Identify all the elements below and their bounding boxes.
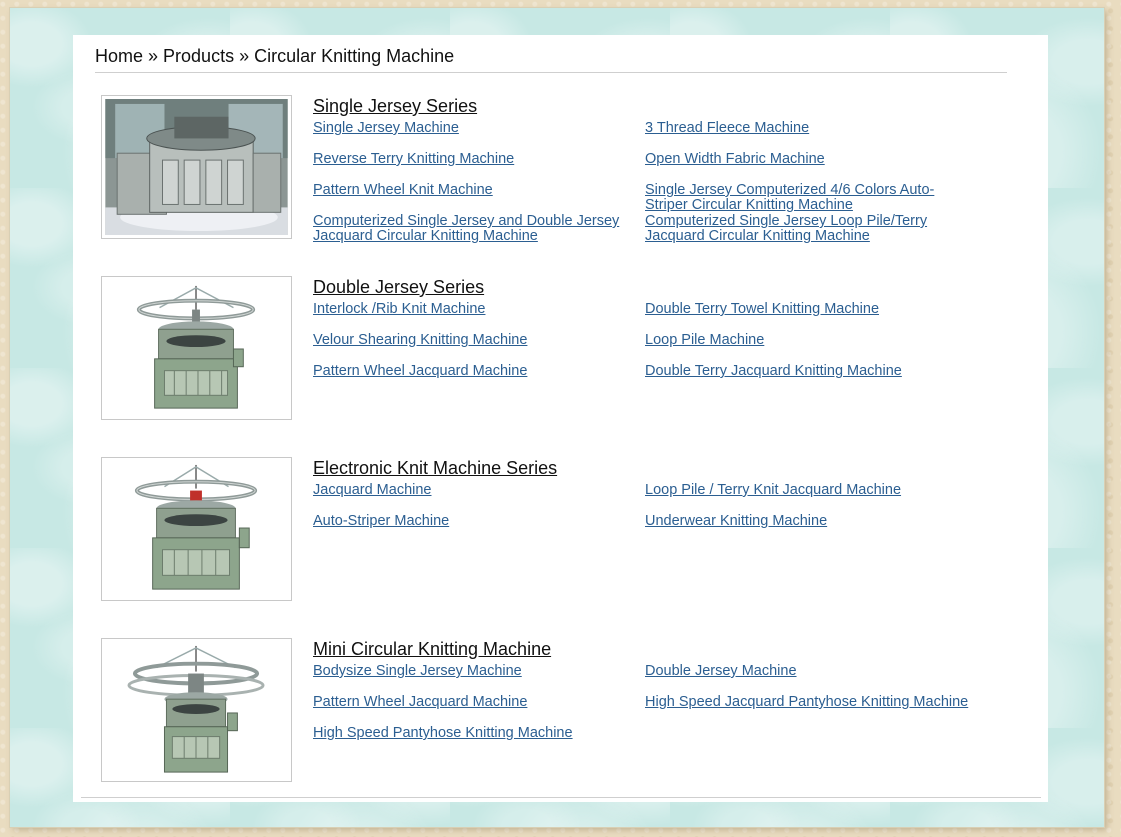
content-panel: Home» Products» Circular Knitting Machine: [73, 35, 1048, 802]
double-jersey-machine-photo[interactable]: [101, 276, 292, 420]
product-link[interactable]: Single Jersey Machine: [313, 121, 613, 136]
mini-circular-machine-photo[interactable]: [101, 638, 292, 782]
product-link[interactable]: Double Terry Jacquard Knitting Machine: [645, 364, 945, 379]
series-double-jersey: Double Jersey Series Interlock /Rib Knit…: [101, 276, 1021, 421]
electronic-knit-machine-photo[interactable]: [101, 457, 292, 601]
product-link[interactable]: Loop Pile / Terry Knit Jacquard Machine: [645, 483, 945, 498]
product-link[interactable]: Underwear Knitting Machine: [645, 514, 945, 529]
product-link[interactable]: Pattern Wheel Jacquard Machine: [313, 695, 613, 710]
breadcrumb-current: Circular Knitting Machine: [254, 46, 455, 66]
product-link[interactable]: Pattern Wheel Jacquard Machine: [313, 364, 613, 379]
single-jersey-machine-image: [105, 99, 288, 235]
product-link[interactable]: Double Terry Towel Knitting Machine: [645, 302, 945, 317]
product-link[interactable]: Jacquard Machine: [313, 483, 613, 498]
product-link[interactable]: Pattern Wheel Knit Machine: [313, 183, 613, 198]
series-title[interactable]: Double Jersey Series: [313, 276, 484, 298]
product-link[interactable]: Double Jersey Machine: [645, 664, 945, 679]
series-title[interactable]: Single Jersey Series: [313, 95, 477, 117]
breadcrumb-home-link[interactable]: Home: [95, 46, 143, 66]
product-link[interactable]: Reverse Terry Knitting Machine: [313, 152, 613, 167]
mini-circular-machine-image: [105, 642, 288, 778]
product-link[interactable]: Loop Pile Machine: [645, 333, 945, 348]
series-mini-circular: Mini Circular Knitting Machine Bodysize …: [101, 638, 1021, 783]
product-link[interactable]: Auto-Striper Machine: [313, 514, 613, 529]
double-jersey-machine-image: [105, 280, 288, 416]
product-link[interactable]: Open Width Fabric Machine: [645, 152, 945, 167]
product-link[interactable]: High Speed Pantyhose Knitting Machine: [313, 726, 613, 741]
bottom-divider: [81, 797, 1041, 798]
breadcrumb: Home» Products» Circular Knitting Machine: [95, 45, 1007, 73]
breadcrumb-separator: »: [239, 46, 250, 66]
series-single-jersey: Single Jersey Series Single Jersey Machi…: [101, 95, 1021, 244]
series-electronic-knit: Electronic Knit Machine Series Jacquard …: [101, 457, 1021, 602]
breadcrumb-products-link[interactable]: Products: [163, 46, 234, 66]
product-link[interactable]: Single Jersey Computerized 4/6 Colors Au…: [645, 183, 945, 213]
series-title[interactable]: Mini Circular Knitting Machine: [313, 638, 551, 660]
breadcrumb-separator: »: [148, 46, 159, 66]
product-link[interactable]: 3 Thread Fleece Machine: [645, 121, 945, 136]
product-link[interactable]: Computerized Single Jersey Loop Pile/Ter…: [645, 214, 940, 244]
product-link[interactable]: High Speed Jacquard Pantyhose Knitting M…: [645, 695, 985, 710]
product-link[interactable]: Bodysize Single Jersey Machine: [313, 664, 613, 679]
product-link[interactable]: Computerized Single Jersey and Double Je…: [313, 214, 623, 244]
product-link[interactable]: Velour Shearing Knitting Machine: [313, 333, 613, 348]
single-jersey-machine-photo[interactable]: [101, 95, 292, 239]
electronic-knit-machine-image: [105, 461, 288, 597]
series-title[interactable]: Electronic Knit Machine Series: [313, 457, 557, 479]
product-link[interactable]: Interlock /Rib Knit Machine: [313, 302, 613, 317]
